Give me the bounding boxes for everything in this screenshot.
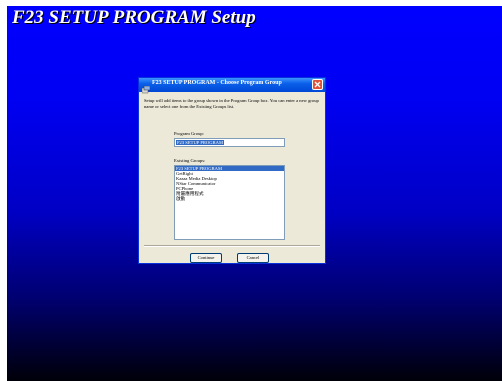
dialog-instructions: Setup will add items to the group shown … [144,98,319,109]
continue-button[interactable]: Continue [190,253,222,263]
dialog-title: F23 SETUP PROGRAM - Choose Program Group [152,80,282,86]
dialog-titlebar[interactable]: F23 SETUP PROGRAM - Choose Program Group [139,78,325,94]
existing-groups-list[interactable]: F23 SETUP PROGRAM GetRight Kazaa Media D… [174,165,285,240]
setup-window-title: F23 SETUP PROGRAM Setup [12,7,256,28]
close-button[interactable] [312,79,323,90]
close-icon [314,81,321,88]
setup-app-icon [141,81,151,94]
button-divider [144,245,320,247]
program-group-input-value: F23 SETUP PROGRAM [176,140,225,145]
list-item[interactable]: 啟動 [175,196,284,201]
cancel-button[interactable]: Cancel [237,253,269,263]
program-group-input[interactable]: F23 SETUP PROGRAM [174,138,285,147]
setup-background: F23 SETUP PROGRAM Setup F23 SETUP PROGRA… [7,6,502,381]
existing-groups-label: Existing Groups: [174,158,206,163]
program-group-label: Program Group: [174,131,204,136]
choose-program-group-dialog: F23 SETUP PROGRAM - Choose Program Group… [138,77,326,264]
